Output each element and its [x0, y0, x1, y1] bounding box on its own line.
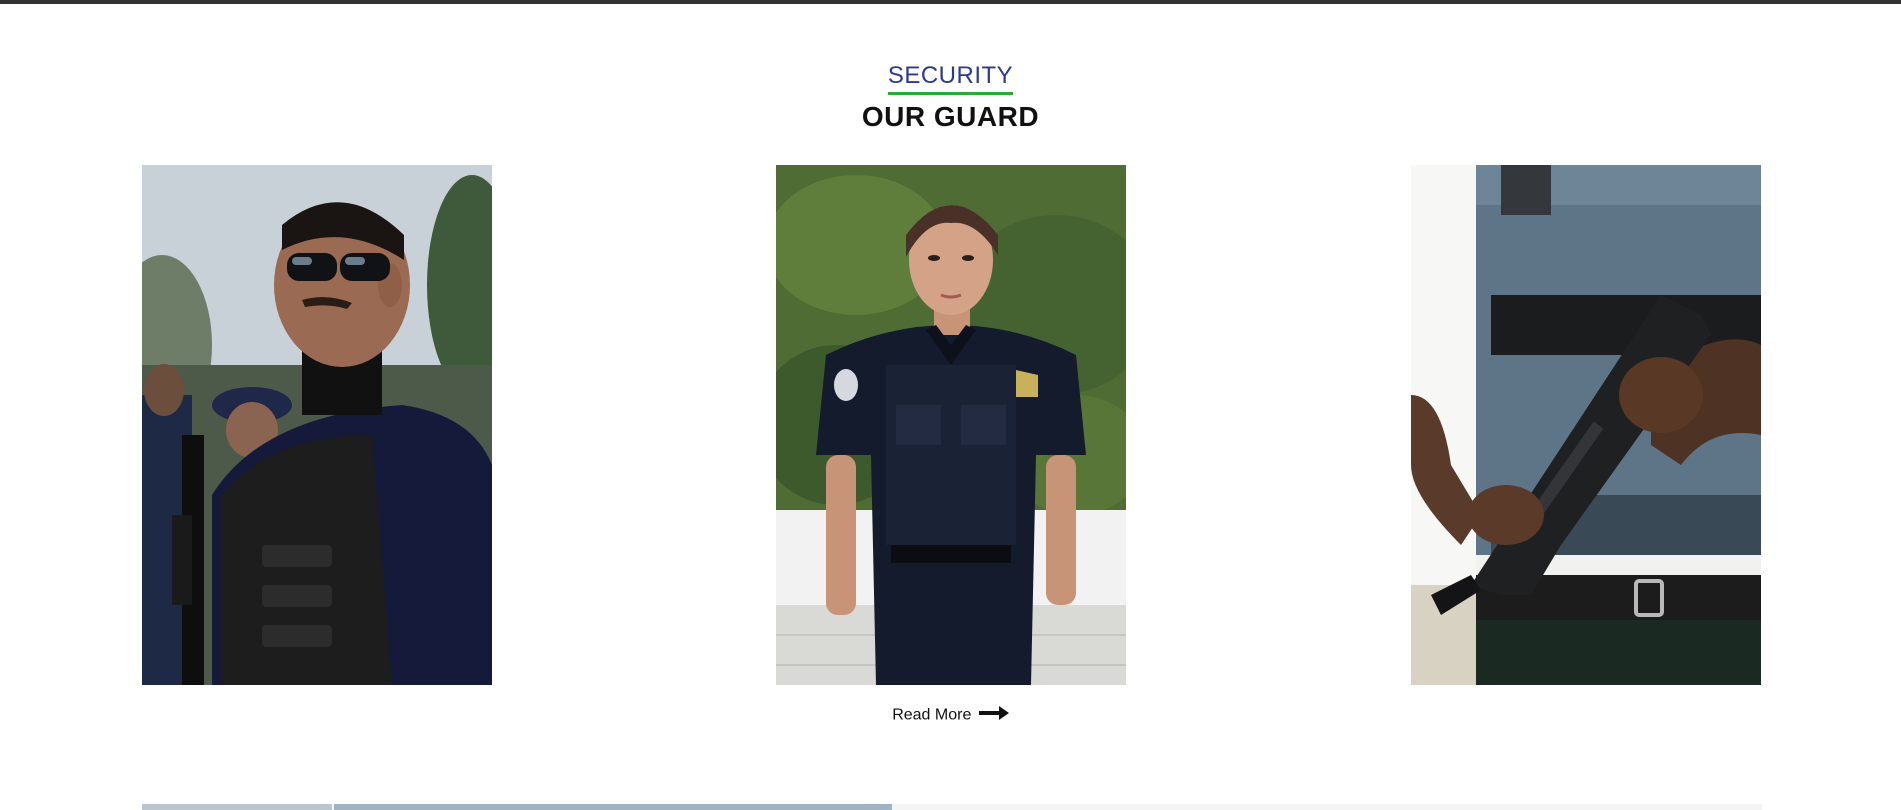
guard-sunglasses-photo — [142, 165, 492, 685]
next-section-image-edge — [334, 804, 892, 810]
guard-photo-2[interactable] — [776, 165, 1126, 685]
guard-photo-3[interactable] — [1411, 165, 1761, 685]
next-section-image-edge — [142, 804, 332, 810]
guard-female-officer-photo — [776, 165, 1126, 685]
section-header: SECURITY OUR GUARD — [0, 62, 1901, 133]
guard-photo-1[interactable] — [142, 165, 492, 685]
guard-armed-vest-photo — [1411, 165, 1761, 685]
read-more-label: Read More — [892, 706, 972, 724]
section-title: OUR GUARD — [861, 101, 1040, 132]
read-more-link[interactable]: Read More — [0, 706, 1901, 725]
top-border — [0, 0, 1901, 4]
arrow-right-icon — [978, 706, 1009, 725]
next-section-edge — [142, 804, 1762, 810]
section-kicker: SECURITY — [887, 62, 1014, 95]
